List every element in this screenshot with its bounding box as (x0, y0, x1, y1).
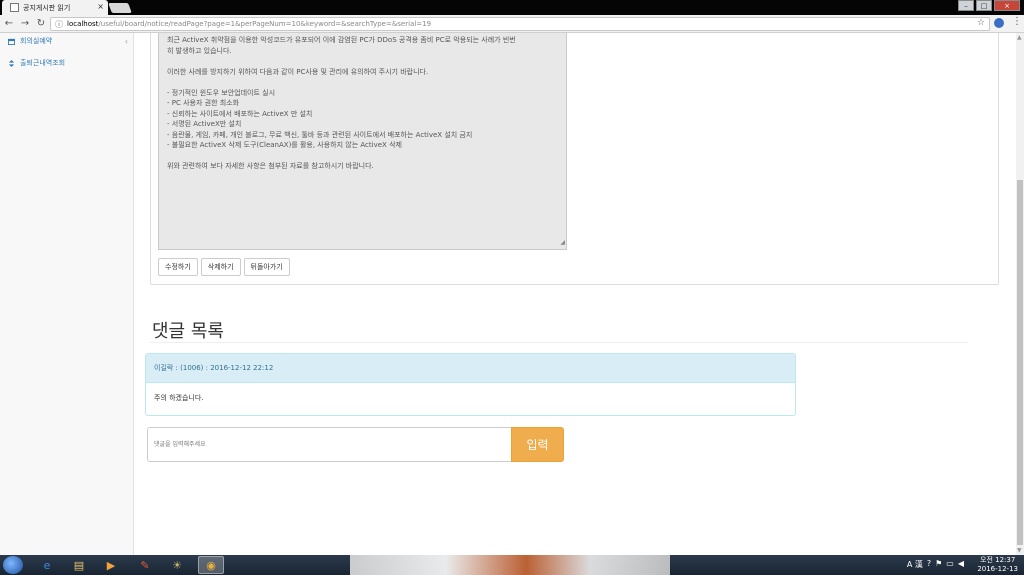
tab-title: 공지게시판 읽기 (23, 3, 71, 12)
reply-form: 입력 (147, 427, 564, 462)
window-controls: – □ × (958, 0, 1020, 11)
tray-lang-icon[interactable]: A 漢 (907, 559, 923, 570)
delete-button[interactable]: 삭제하기 (200, 258, 241, 276)
reload-icon[interactable]: ↻ (36, 18, 46, 29)
back-button[interactable]: 뒤돌아가기 (243, 258, 290, 276)
browser-menu-icon[interactable]: ⋮ (1012, 16, 1022, 27)
chevron-left-icon[interactable]: ‹ (125, 37, 128, 46)
content-line: - 정기적인 윈도우 보안업데이트 실시 (167, 88, 276, 97)
clock-time: 오전 12:37 (980, 556, 1016, 564)
content-line: 최근 ActiveX 취약점을 이용한 악성코드가 유포되어 이에 감염된 PC… (167, 36, 516, 44)
wallpaper (350, 555, 670, 575)
forward-arrow-icon[interactable]: → (20, 18, 30, 29)
content-line: 이러한 사례를 방지하기 위하여 다음과 같이 PC사용 및 관리에 유의하여 … (167, 67, 429, 76)
maximize-button[interactable]: □ (976, 0, 992, 11)
content-blank-line (167, 151, 558, 162)
calendar-icon (8, 38, 15, 45)
sidebar-item-meeting-room[interactable]: 회의실예약 ‹ (8, 34, 128, 48)
url-path: /useful/board/notice/readPage?page=1&per… (98, 20, 432, 28)
resize-handle-icon[interactable]: ◢ (560, 238, 565, 249)
scroll-down-icon[interactable]: ▼ (1017, 547, 1022, 554)
comment-item: 이길락 : (1006) : 2016-12-12 22:12 주의 하겠습니다… (145, 353, 796, 416)
sidebar-item-attendance[interactable]: 출퇴근내역조회 (8, 56, 128, 70)
sidebar-item-label: 출퇴근내역조회 (20, 59, 66, 67)
divider (150, 342, 968, 343)
explorer-icon[interactable]: ▤ (66, 556, 92, 574)
url-text[interactable]: localhost/useful/board/notice/readPage?p… (67, 20, 431, 28)
minimize-button[interactable]: – (958, 0, 974, 11)
address-bar[interactable]: ⓘ localhost/useful/board/notice/readPage… (50, 17, 990, 31)
extension-icon[interactable] (994, 18, 1004, 28)
help-icon[interactable]: ? (927, 559, 931, 570)
content-line: 히 발생하고 있습니다. (167, 46, 232, 55)
post-content-textarea[interactable]: 최근 ActiveX 취약점을 이용한 악성코드가 유포되어 이에 감염된 PC… (158, 33, 567, 250)
title-bar: 공지게시판 읽기 × – □ × (0, 0, 1024, 15)
taskbar-clock[interactable]: 오전 12:37 2016-12-13 (977, 556, 1018, 574)
media-player-icon[interactable]: ▶ (98, 556, 124, 574)
scroll-up-icon[interactable]: ▲ (1017, 34, 1022, 41)
content-blank-line (167, 77, 558, 88)
page-scrollbar[interactable]: ▲ ▼ (1016, 33, 1024, 555)
chrome-icon[interactable]: ◉ (198, 556, 224, 574)
sort-icon (8, 59, 15, 67)
post-actions: 수정하기 삭제하기 뒤돌아가기 (158, 258, 290, 276)
content-line: - 음란물, 게임, 카페, 개인 블로그, 무료 백신, 툴바 등과 관련된 … (167, 130, 473, 139)
comment-header: 이길락 : (1006) : 2016-12-12 22:12 (146, 354, 795, 383)
content-line: - 서명된 ActiveX만 설치 (167, 120, 242, 128)
back-arrow-icon[interactable]: ← (4, 18, 14, 29)
content-line: - 신뢰하는 사이트에서 배포하는 ActiveX 만 설치 (167, 109, 313, 118)
flag-icon[interactable]: ⚑ (935, 559, 942, 570)
content-line: 위와 관련하여 보다 자세한 사항은 첨부된 자료를 참고하시기 바랍니다. (167, 162, 374, 170)
content-line: - PC 사용자 권한 최소화 (167, 99, 240, 107)
bookmark-star-icon[interactable]: ☆ (977, 18, 985, 28)
start-button[interactable] (3, 556, 23, 574)
clock-date: 2016-12-13 (977, 565, 1018, 573)
browser-toolbar: ← → ↻ ⓘ localhost/useful/board/notice/re… (0, 15, 1024, 33)
network-icon[interactable]: ▭ (946, 559, 954, 570)
content-blank-line (167, 56, 558, 67)
browser-tab[interactable]: 공지게시판 읽기 × (2, 0, 108, 15)
submit-reply-button[interactable]: 입력 (511, 427, 564, 462)
reply-input[interactable] (147, 427, 511, 462)
sidebar: 회의실예약 ‹ 출퇴근내역조회 (0, 33, 134, 555)
system-tray: A 漢 ? ⚑ ▭ ◀ (907, 559, 964, 570)
edit-button[interactable]: 수정하기 (158, 258, 198, 276)
page-viewport: 회의실예약 ‹ 출퇴근내역조회 최근 ActiveX 취약점을 이용한 악성코드… (0, 33, 1016, 555)
scrollbar-thumb[interactable] (1017, 180, 1023, 545)
volume-icon[interactable]: ◀ (958, 559, 964, 570)
sidebar-item-label: 회의실예약 (20, 37, 53, 45)
comment-body: 주의 하겠습니다. (154, 394, 204, 402)
close-window-button[interactable]: × (994, 0, 1020, 11)
tool-app-icon[interactable]: ✎ (132, 556, 158, 574)
content-line: - 불필요한 ActiveX 삭제 도구(CleanAX)를 활용, 사용하지 … (167, 141, 402, 149)
info-icon[interactable]: ⓘ (55, 19, 63, 30)
ie-icon[interactable]: e (34, 556, 60, 574)
url-host: localhost (67, 20, 99, 28)
eclipse-icon[interactable]: ☀ (164, 556, 190, 574)
tab-close-icon[interactable]: × (97, 2, 104, 11)
new-tab-button[interactable] (108, 3, 132, 13)
page-favicon-icon (10, 3, 19, 12)
comments-title: 댓글 목록 (152, 321, 224, 342)
windows-taskbar: e ▤ ▶ ✎ ☀ ◉ A 漢 ? ⚑ ▭ ◀ 오전 12:37 2016-12… (0, 555, 1024, 575)
